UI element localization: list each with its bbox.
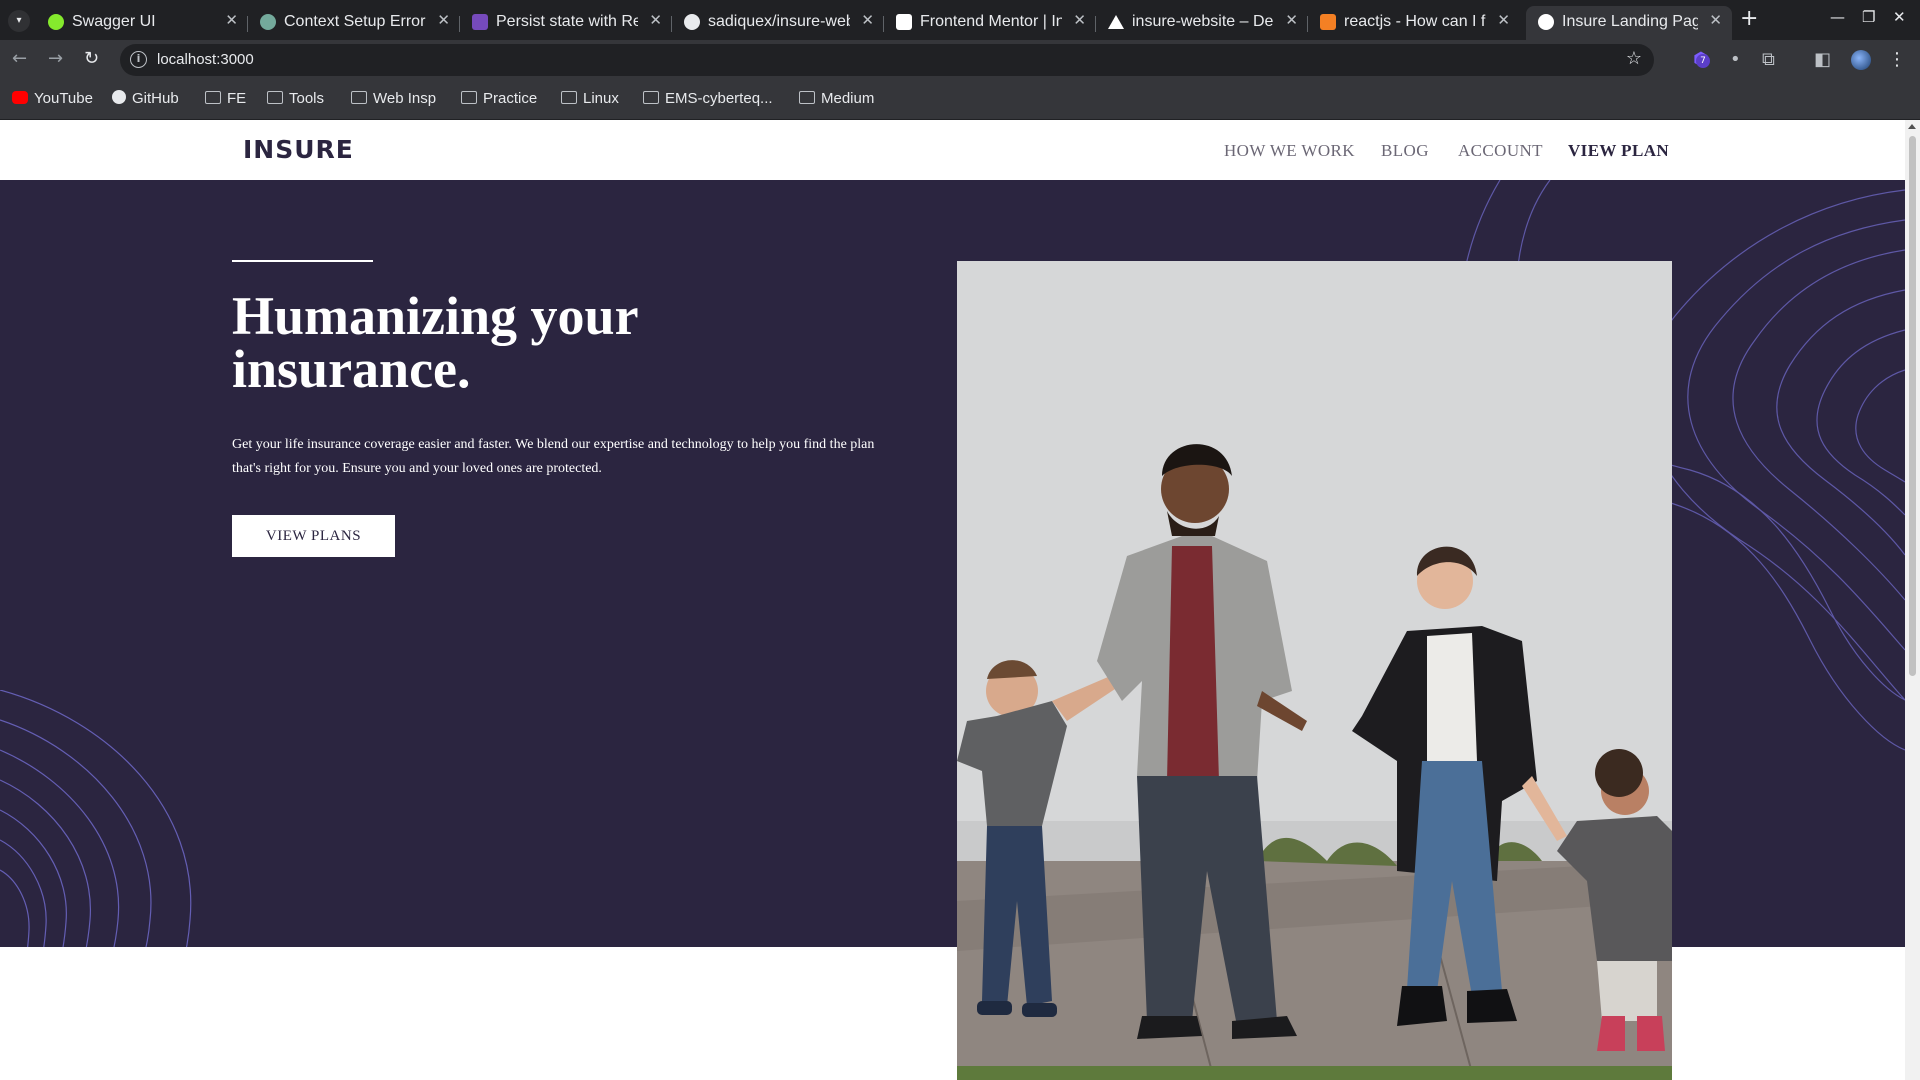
bookmark-folder-medium[interactable]: Medium (799, 90, 874, 107)
tab-vercel-deploy[interactable]: insure-website – Dep ✕ (1096, 6, 1308, 40)
bookmark-star-icon[interactable]: ☆ (1626, 48, 1642, 69)
profile-avatar[interactable] (1851, 50, 1871, 70)
tab-persist-state[interactable]: Persist state with Red ✕ (460, 6, 672, 40)
tab-title: Swagger UI (72, 13, 156, 30)
folder-icon (643, 91, 659, 104)
scrollbar-thumb[interactable] (1909, 136, 1916, 676)
minimize-button[interactable]: — (1830, 8, 1845, 26)
view-plans-button[interactable]: VIEW PLANS (232, 515, 395, 557)
tab-frontend-mentor[interactable]: Frontend Mentor | In ✕ (884, 6, 1096, 40)
github-icon (684, 14, 700, 30)
hero-divider (232, 260, 373, 262)
close-icon[interactable]: ✕ (437, 11, 450, 29)
tab-title: reactjs - How can I fix (1344, 13, 1486, 30)
tab-insure-landing[interactable]: Insure Landing Page ✕ (1526, 6, 1732, 40)
bookmark-folder-ems[interactable]: EMS-cyberteq... (643, 90, 773, 107)
page-viewport: INSURE HOW WE WORK BLOG ACCOUNT VIEW PLA… (0, 120, 1905, 1080)
nav-how-we-work[interactable]: HOW WE WORK (1224, 141, 1355, 161)
folder-icon (267, 91, 283, 104)
address-bar[interactable]: i localhost:3000 ☆ (120, 44, 1654, 76)
github-icon (112, 90, 126, 104)
folder-icon (461, 91, 477, 104)
tab-context-setup-error[interactable]: Context Setup Error ✕ (248, 6, 460, 40)
tab-title: Persist state with Red (496, 13, 638, 30)
swagger-icon (48, 14, 64, 30)
tab-title: Frontend Mentor | In (920, 13, 1062, 30)
extension-badge: 7 (1696, 54, 1710, 68)
close-icon[interactable]: ✕ (1709, 11, 1722, 29)
bookmark-folder-linux[interactable]: Linux (561, 90, 619, 107)
close-icon[interactable]: ✕ (861, 11, 874, 29)
close-icon[interactable]: ✕ (1285, 11, 1298, 29)
bookmark-youtube[interactable]: YouTube (12, 90, 93, 107)
tab-title: Insure Landing Page (1562, 13, 1698, 30)
close-icon[interactable]: ✕ (225, 11, 238, 29)
tab-title: insure-website – Dep (1132, 13, 1274, 30)
tab-strip: ▾ Swagger UI ✕ Context Setup Error ✕ Per… (0, 0, 1920, 40)
nav-account[interactable]: ACCOUNT (1458, 141, 1543, 161)
scroll-up-arrow-icon[interactable] (1908, 124, 1916, 129)
menu-kebab-icon[interactable]: ⋮ (1888, 49, 1906, 70)
browser-toolbar: ← → ↻ i localhost:3000 ☆ ⬢ 7 • ⧉ ◧ ⋮ (0, 40, 1920, 80)
insure-logo[interactable]: INSURE (243, 135, 354, 164)
tab-stackoverflow[interactable]: reactjs - How can I fix ✕ (1308, 6, 1520, 40)
folder-icon (351, 91, 367, 104)
bookmark-folder-web-insp[interactable]: Web Insp (351, 90, 436, 107)
forward-button[interactable]: → (48, 48, 63, 69)
back-button[interactable]: ← (12, 48, 27, 69)
nav-blog[interactable]: BLOG (1381, 141, 1429, 161)
stackoverflow-icon (1320, 14, 1336, 30)
new-tab-button[interactable]: + (1740, 6, 1758, 31)
tab-search-button[interactable]: ▾ (8, 10, 30, 32)
tab-github-repo[interactable]: sadiquex/insure-webs ✕ (672, 6, 884, 40)
url-text[interactable]: localhost:3000 (157, 51, 254, 68)
bookmark-folder-fe[interactable]: FE (205, 90, 246, 107)
tab-title: Context Setup Error (284, 13, 426, 30)
page-scrollbar[interactable] (1905, 120, 1920, 1080)
bookmarks-bar: YouTube GitHub FE Tools Web Insp Practic… (0, 80, 1920, 120)
nav-view-plan[interactable]: VIEW PLAN (1568, 141, 1669, 161)
frontend-mentor-icon (896, 14, 912, 30)
folder-icon (205, 91, 221, 104)
site-info-icon[interactable]: i (130, 51, 147, 68)
tab-swagger-ui[interactable]: Swagger UI ✕ (36, 6, 248, 40)
extension-icon[interactable]: • (1730, 49, 1741, 70)
extensions-puzzle-icon[interactable]: ⧉ (1762, 49, 1775, 70)
hero-description: Get your life insurance coverage easier … (232, 437, 875, 476)
close-window-button[interactable]: ✕ (1893, 8, 1906, 26)
reload-button[interactable]: ↻ (84, 48, 99, 69)
hero-title: Humanizing your insurance. (232, 286, 638, 399)
bookmark-github[interactable]: GitHub (112, 90, 179, 107)
folder-icon (799, 91, 815, 104)
vercel-icon (1108, 15, 1124, 29)
site-header: INSURE HOW WE WORK BLOG ACCOUNT VIEW PLA… (0, 120, 1905, 180)
tab-title: sadiquex/insure-webs (708, 13, 850, 30)
close-icon[interactable]: ✕ (1073, 11, 1086, 29)
hero-family-photo (957, 261, 1672, 1080)
chatgpt-icon (260, 14, 276, 30)
vercel-icon (1538, 14, 1554, 30)
youtube-icon (12, 91, 28, 104)
restore-button[interactable]: ❐ (1862, 8, 1875, 26)
close-icon[interactable]: ✕ (649, 11, 662, 29)
side-panel-icon[interactable]: ◧ (1814, 49, 1831, 70)
folder-icon (561, 91, 577, 104)
close-icon[interactable]: ✕ (1497, 11, 1510, 29)
bookmark-folder-tools[interactable]: Tools (267, 90, 324, 107)
redux-icon (472, 14, 488, 30)
bookmark-folder-practice[interactable]: Practice (461, 90, 537, 107)
